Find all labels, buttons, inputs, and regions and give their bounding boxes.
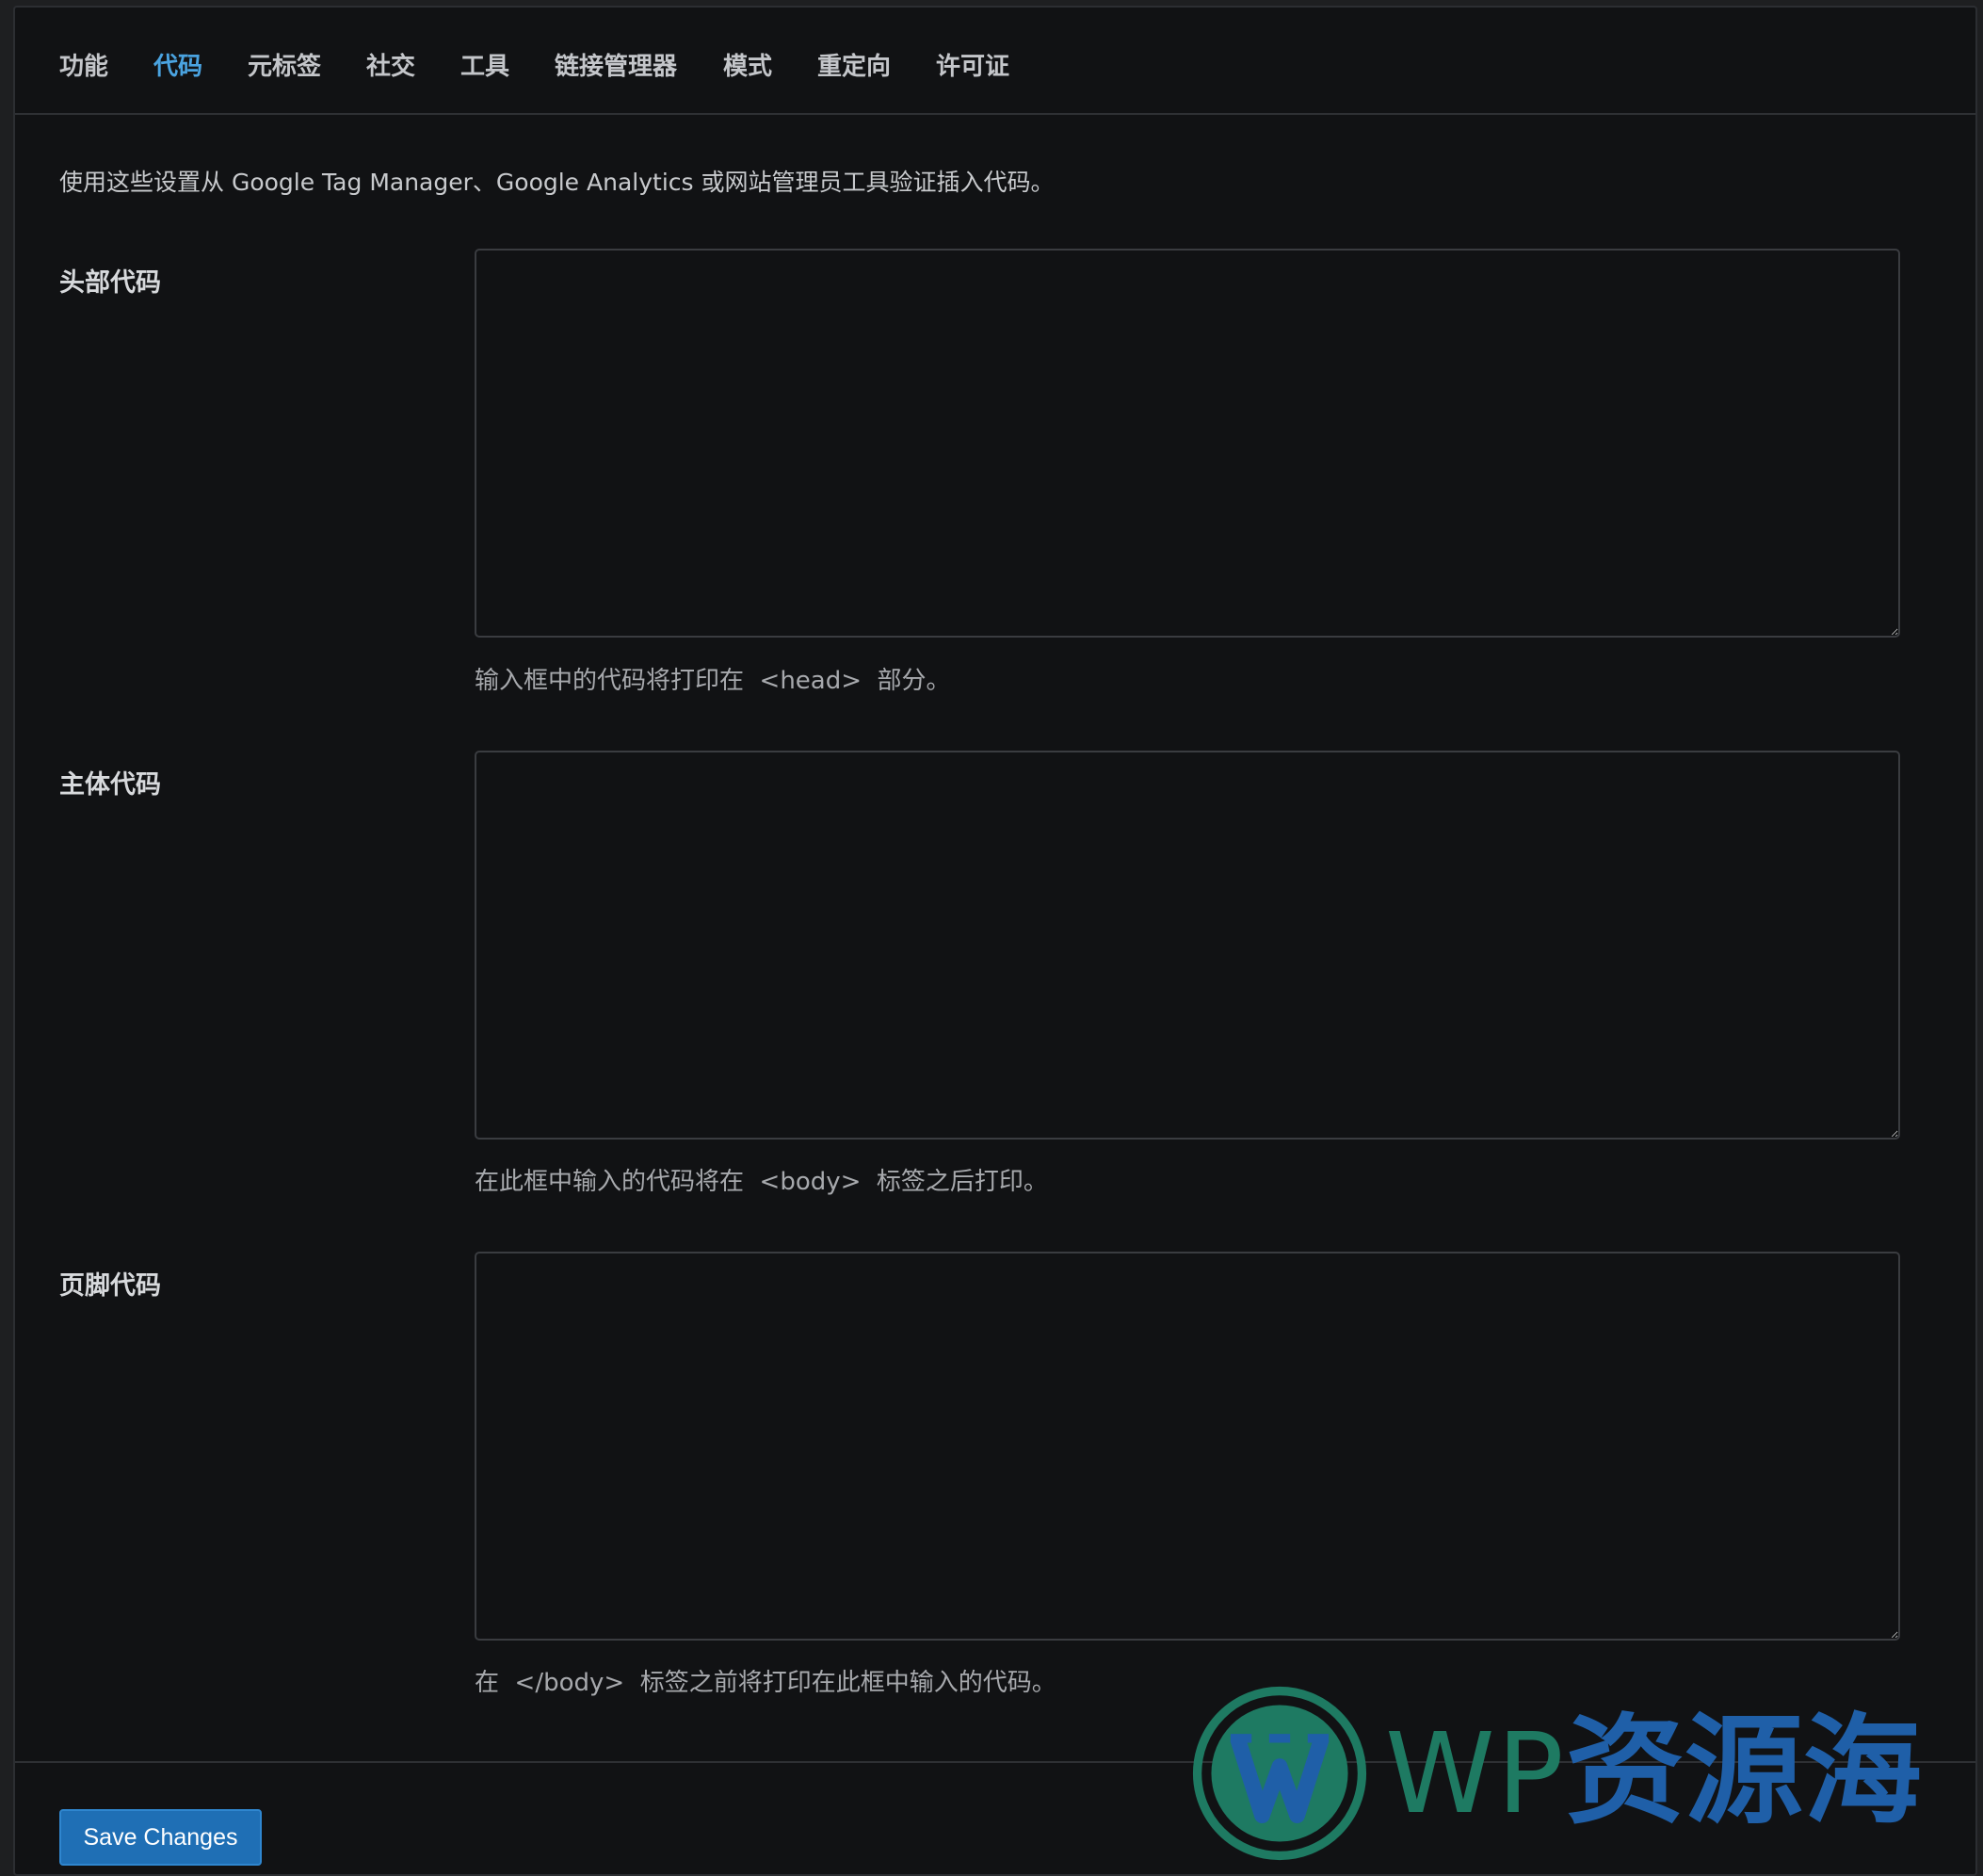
head-code-label: 头部代码 [59,268,161,298]
footer-code-description: 在 </body> 标签之前将打印在此框中输入的代码。 [475,1669,1056,1697]
tab-redirects[interactable]: 重定向 [817,47,891,82]
tab-features[interactable]: 功能 [59,47,108,82]
wordpress-logo-icon [1192,1686,1367,1861]
body-code-label: 主体代码 [59,770,161,800]
save-changes-button[interactable]: Save Changes [59,1809,262,1866]
tab-license[interactable]: 许可证 [936,47,1009,82]
tab-social[interactable]: 社交 [366,47,415,82]
head-code-description: 输入框中的代码将打印在 <head> 部分。 [475,667,951,695]
footer-code-label: 页脚代码 [59,1271,161,1301]
watermark-cn: 资源海 [1565,1702,1922,1840]
watermark-wp: WP [1385,1708,1566,1838]
tab-code[interactable]: 代码 [153,47,202,82]
watermark: WP资源海 [1192,1673,1975,1870]
settings-panel: 功能 代码 元标签 社交 工具 链接管理器 模式 重定向 许可证 使用这些设置从… [13,6,1977,1876]
watermark-text: WP资源海 [1385,1673,1922,1870]
footer-code-textarea[interactable] [475,1252,1900,1641]
tab-bar: 功能 代码 元标签 社交 工具 链接管理器 模式 重定向 许可证 [15,8,1975,115]
body-code-textarea[interactable] [475,751,1900,1140]
tab-tools[interactable]: 工具 [460,47,509,82]
intro-text: 使用这些设置从 Google Tag Manager、Google Analyt… [59,169,1055,196]
head-code-textarea[interactable] [475,249,1900,638]
tab-meta-tags[interactable]: 元标签 [248,47,321,82]
tab-schema[interactable]: 模式 [723,47,772,82]
body-code-description: 在此框中输入的代码将在 <body> 标签之后打印。 [475,1168,1048,1196]
tab-link-manager[interactable]: 链接管理器 [555,47,677,82]
